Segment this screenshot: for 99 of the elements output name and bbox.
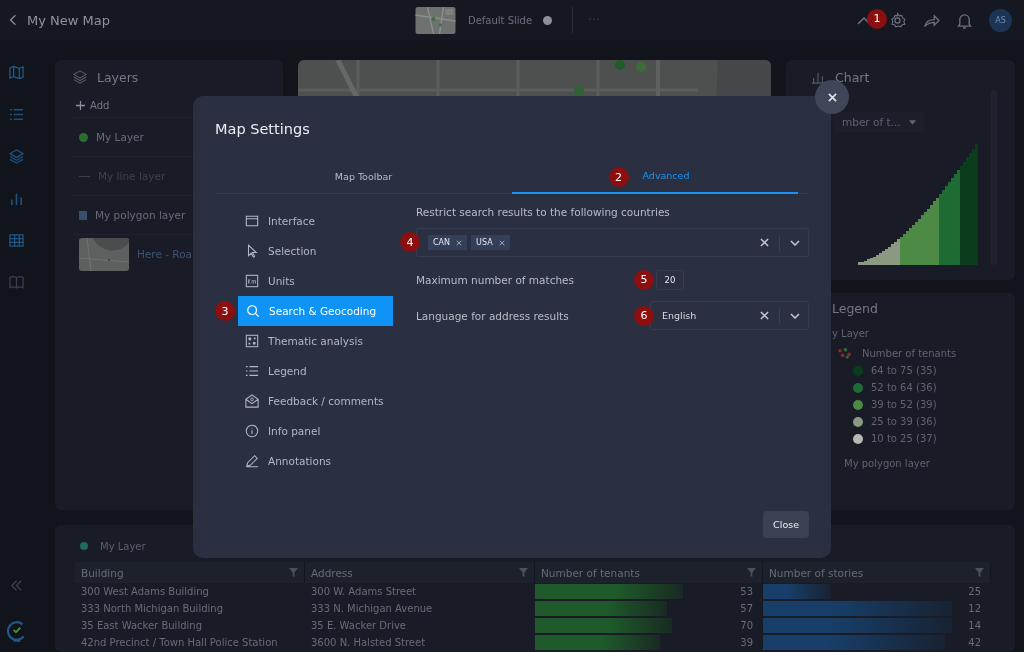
line-symbol-icon — [79, 175, 90, 177]
class-label: 25 to 39 (36) — [871, 416, 937, 427]
menu-item[interactable]: Legend — [237, 356, 393, 386]
status-dot — [543, 15, 553, 25]
field-label: Language for address results — [416, 309, 570, 322]
menu-item[interactable]: Selection — [237, 236, 393, 266]
tab[interactable]: Map Toolbar — [322, 162, 405, 194]
field-name: Number of tenants — [862, 348, 957, 359]
table-cell-text: 42 — [968, 636, 981, 650]
layer-name: My polygon layer — [844, 458, 931, 469]
layer-name: My Layer — [100, 540, 146, 552]
tab[interactable]: Advanced — [630, 162, 702, 193]
table-cell-text: 300 W. Adams Street — [310, 585, 418, 599]
layer-name: y Layer — [832, 328, 870, 339]
remove-icon[interactable] — [456, 239, 463, 246]
table-cell-text: 42nd Precinct / Town Hall Police Station — [80, 636, 279, 650]
country-chip[interactable]: USA — [471, 235, 510, 250]
table-cell-text: 300 West Adams Building — [80, 585, 210, 599]
chevron-down-icon[interactable] — [790, 239, 800, 246]
window-icon — [245, 214, 259, 228]
dialog-title: Map Settings — [215, 121, 311, 137]
points-icon — [837, 348, 852, 359]
point-symbol-icon — [79, 132, 88, 142]
language-select[interactable]: English — [650, 301, 809, 330]
menu-item[interactable]: Units — [237, 266, 393, 296]
class-label: 39 to 52 (39) — [871, 399, 937, 410]
chart-icon[interactable] — [9, 191, 24, 206]
table-cell-text: 25 — [968, 585, 981, 599]
expand-icon[interactable] — [9, 578, 24, 593]
country-chip[interactable]: CAN — [428, 235, 468, 250]
ruler-icon — [245, 274, 259, 288]
number-field[interactable]: 20 — [656, 269, 684, 290]
close-icon — [827, 92, 837, 102]
slide-name: Default Slide — [468, 14, 533, 26]
class-label: 52 to 64 (36) — [871, 382, 937, 393]
caret-icon — [908, 119, 916, 125]
class-label: 10 to 25 (37) — [871, 433, 937, 444]
table-cell-text: 70 — [740, 619, 753, 633]
cursor-icon — [245, 244, 259, 258]
callout-number: 5 — [634, 269, 654, 290]
table-icon[interactable] — [9, 233, 24, 248]
panel-title: Legend — [832, 301, 879, 316]
filter-icon[interactable] — [975, 568, 984, 577]
table-cell-text: 12 — [968, 602, 981, 616]
filter-icon[interactable] — [519, 568, 528, 577]
table-cell-text: 57 — [740, 602, 753, 616]
callout-number: 4 — [400, 232, 420, 252]
clear-icon[interactable] — [760, 311, 769, 320]
menu-item[interactable]: Interface — [237, 206, 393, 236]
chevron-down-icon[interactable] — [790, 312, 800, 319]
close-button[interactable]: Close — [763, 511, 809, 538]
table-cell-text: 39 — [740, 636, 753, 650]
chart-icon — [811, 70, 825, 84]
menu-item[interactable]: Thematic analysis — [237, 326, 393, 356]
callout-number: 1 — [867, 8, 887, 29]
back-icon[interactable] — [9, 14, 17, 26]
table-cell-text: 35 East Wacker Building — [80, 619, 203, 633]
clear-icon[interactable] — [760, 238, 769, 247]
field-label: Restrict search results to the following countries — [416, 206, 671, 218]
envelope-icon — [245, 394, 259, 408]
thematic-map-icon — [245, 334, 259, 348]
add-button[interactable]: Add — [73, 94, 113, 117]
callout-number: 2 — [608, 167, 629, 187]
table-cell-text: 333 North Michigan Building — [80, 602, 224, 616]
map-title: My New Map — [27, 12, 110, 28]
field-label: Maximum number of matches — [416, 273, 575, 286]
list-icon[interactable] — [9, 107, 24, 122]
list-icon — [245, 364, 259, 378]
pen-icon — [245, 454, 259, 468]
country-select[interactable]: CAN USA — [416, 228, 809, 257]
menu-item[interactable]: Feedback / comments — [237, 386, 393, 416]
settings-icon[interactable] — [889, 11, 906, 29]
user-avatar[interactable]: AS — [989, 8, 1012, 32]
table-cell-text: 14 — [968, 619, 981, 633]
table-cell-text: 3600 N. Halsted Street — [310, 636, 427, 650]
layers-icon[interactable] — [9, 149, 24, 164]
callout-number: 6 — [634, 305, 654, 326]
plus-icon — [76, 101, 85, 110]
table-cell-text: 333 N. Michigan Avenue — [310, 602, 434, 616]
bell-icon[interactable] — [957, 11, 972, 29]
panel-title: Layers — [97, 69, 139, 85]
callout-number: 3 — [215, 301, 235, 321]
info-icon — [245, 424, 259, 438]
point-symbol-icon — [80, 542, 88, 550]
filter-icon[interactable] — [289, 568, 298, 577]
menu-item[interactable]: Info panel — [237, 416, 393, 446]
table-cell-text: 53 — [740, 585, 753, 599]
book-icon[interactable] — [9, 275, 24, 290]
search-icon — [246, 304, 260, 318]
class-label: 64 to 75 (35) — [871, 365, 937, 376]
panel-title: Chart — [835, 69, 870, 85]
table-cell-text: 35 E. Wacker Drive — [310, 619, 407, 633]
filter-icon[interactable] — [747, 568, 756, 577]
polygon-symbol-icon — [79, 210, 87, 220]
layers-icon — [73, 70, 87, 84]
share-icon[interactable] — [923, 13, 940, 27]
menu-item[interactable]: Annotations — [237, 446, 393, 476]
map-icon[interactable] — [9, 65, 24, 80]
remove-icon[interactable] — [498, 239, 505, 246]
